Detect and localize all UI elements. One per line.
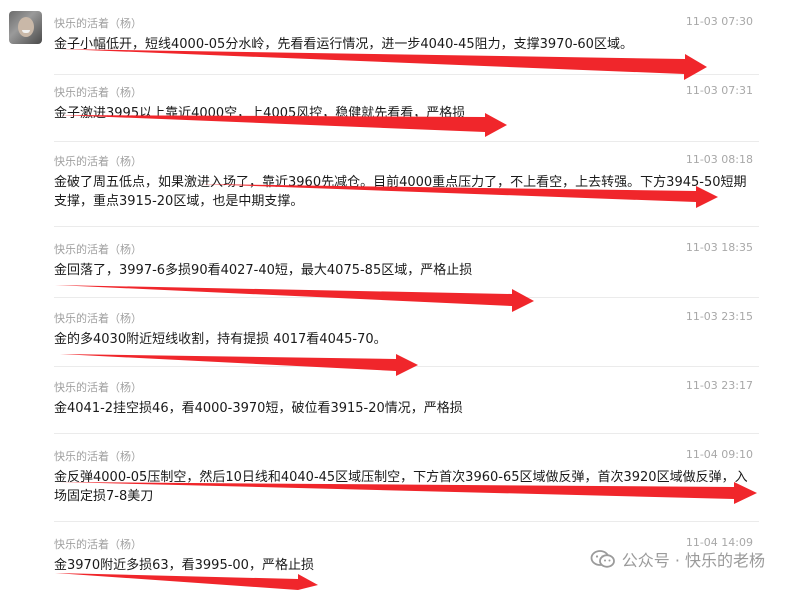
message-time: 11-04 09:10	[685, 448, 753, 461]
sender-name: 快乐的活着（杨）	[54, 86, 142, 99]
divider	[54, 297, 759, 298]
message-text: 金反弹4000-05压制空，然后10日线和4040-45区域压制空，下方首次39…	[54, 470, 748, 504]
sender-name: 快乐的活着（杨）	[54, 538, 142, 551]
wechat-icon	[590, 550, 615, 568]
message-text: 金子小幅低开，短线4000-05分水岭，先看看运行情况，进一步4040-45阻力…	[54, 37, 633, 52]
message-text: 金回落了，3997-6多损90看4027-40短，最大4075-85区域，严格止…	[54, 263, 473, 278]
watermark: 公众号 · 快乐的老杨	[590, 547, 765, 571]
message-text: 金4041-2挂空损46，看4000-3970短，破位看3915-20情况，严格…	[54, 401, 463, 416]
message-text: 金破了周五低点，如果激进入场了，靠近3960先减仓。目前4000重点压力了，不上…	[54, 175, 747, 209]
divider	[54, 74, 759, 75]
watermark-text: 公众号 · 快乐的老杨	[621, 551, 765, 570]
sender-name: 快乐的活着（杨）	[54, 450, 142, 463]
arrow-stroke-4	[55, 285, 534, 312]
divider	[54, 366, 759, 367]
message-time: 11-03 23:15	[685, 310, 753, 323]
sender-name: 快乐的活着（杨）	[54, 312, 142, 325]
sender-name: 快乐的活着（杨）	[54, 155, 142, 168]
sender-name: 快乐的活着（杨）	[54, 243, 142, 256]
avatar[interactable]	[9, 11, 42, 44]
message-text: 金子激进3995以上靠近4000空，上4005风控，稳健就先看看，严格损	[54, 106, 466, 121]
message-time: 11-03 07:31	[685, 84, 753, 97]
sender-name: 快乐的活着（杨）	[54, 17, 142, 30]
avatar-face	[18, 17, 34, 37]
message-text: 金的多4030附近短线收割，持有提损 4017看4045-70。	[54, 332, 387, 347]
message-time: 11-03 18:35	[685, 241, 753, 254]
divider	[54, 141, 759, 142]
arrow-stroke-7	[55, 573, 318, 590]
message-time: 11-03 23:17	[685, 379, 753, 392]
divider	[54, 226, 759, 227]
message-time: 11-03 08:18	[685, 153, 753, 166]
arrow-stroke-5	[60, 354, 418, 376]
divider	[54, 433, 759, 434]
sender-name: 快乐的活着（杨）	[54, 381, 142, 394]
divider	[54, 521, 759, 522]
message-time: 11-03 07:30	[685, 15, 753, 28]
